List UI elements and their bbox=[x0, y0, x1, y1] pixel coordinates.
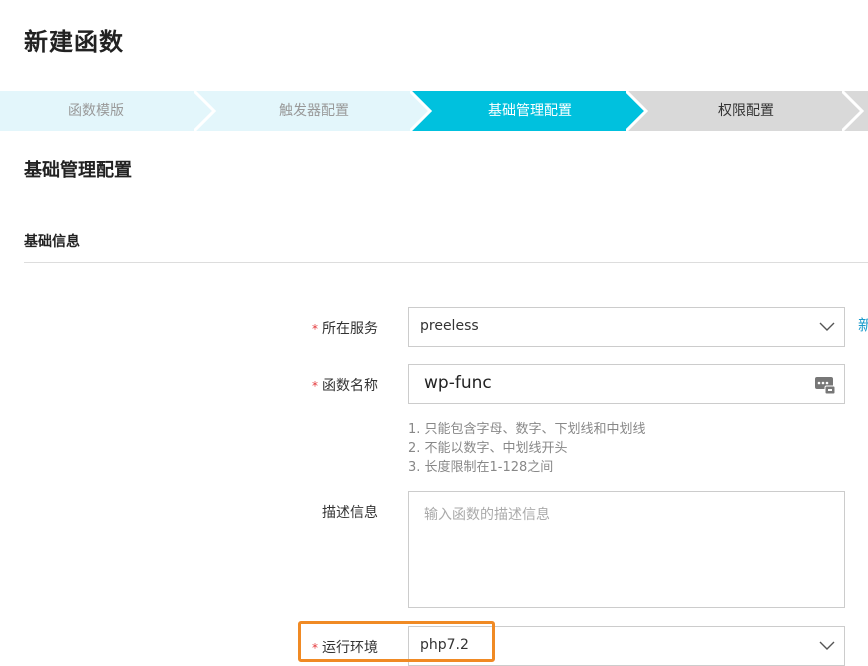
step-permission-config[interactable]: 权限配置 bbox=[626, 91, 866, 131]
description-placeholder: 输入函数的描述信息 bbox=[424, 507, 550, 523]
wizard-stepper: 函数模版 触发器配置 基础管理配置 权限配置 bbox=[0, 91, 868, 131]
chevron-down-icon bbox=[819, 641, 835, 650]
function-name-input[interactable]: wp-func bbox=[408, 364, 845, 404]
function-name-value: wp-func bbox=[424, 373, 492, 393]
function-name-label-text: 函数名称 bbox=[322, 378, 378, 394]
step-label: 触发器配置 bbox=[279, 103, 349, 119]
step-label: 基础管理配置 bbox=[488, 103, 572, 119]
step-function-template[interactable]: 函数模版 bbox=[0, 91, 216, 131]
step-label: 权限配置 bbox=[718, 103, 774, 119]
step-5-shape bbox=[842, 91, 868, 131]
password-manager-icon[interactable] bbox=[814, 375, 836, 395]
description-textarea[interactable]: 输入函数的描述信息 bbox=[408, 491, 845, 608]
function-name-label: * 函数名称 bbox=[258, 375, 378, 395]
step-next-partial bbox=[842, 91, 868, 131]
hint-line: 3. 长度限制在1-128之间 bbox=[408, 460, 554, 475]
section-title: 基础管理配置 bbox=[24, 160, 132, 181]
step-basic-management-config[interactable]: 基础管理配置 bbox=[410, 91, 650, 131]
service-select-value: preeless bbox=[420, 318, 479, 334]
step-trigger-config[interactable]: 触发器配置 bbox=[194, 91, 434, 131]
description-label: 描述信息 bbox=[322, 505, 378, 521]
required-mark: * bbox=[312, 379, 318, 393]
divider bbox=[24, 262, 868, 263]
chevron-down-icon bbox=[819, 322, 835, 331]
required-mark: * bbox=[312, 322, 318, 336]
hint-line: 2. 不能以数字、中划线开头 bbox=[408, 441, 568, 456]
hint-line: 1. 只能包含字母、数字、下划线和中划线 bbox=[408, 422, 646, 437]
create-service-link[interactable]: 新 bbox=[858, 314, 868, 335]
service-label-text: 所在服务 bbox=[322, 321, 378, 337]
runtime-highlight-box bbox=[298, 621, 495, 662]
service-label: * 所在服务 bbox=[258, 318, 378, 338]
service-select[interactable]: preeless bbox=[408, 307, 845, 347]
function-name-hints: 1. 只能包含字母、数字、下划线和中划线 2. 不能以数字、中划线开头 3. 长… bbox=[408, 420, 646, 477]
subsection-title: 基础信息 bbox=[24, 234, 80, 250]
step-label: 函数模版 bbox=[68, 103, 124, 119]
page-title: 新建函数 bbox=[24, 28, 124, 56]
